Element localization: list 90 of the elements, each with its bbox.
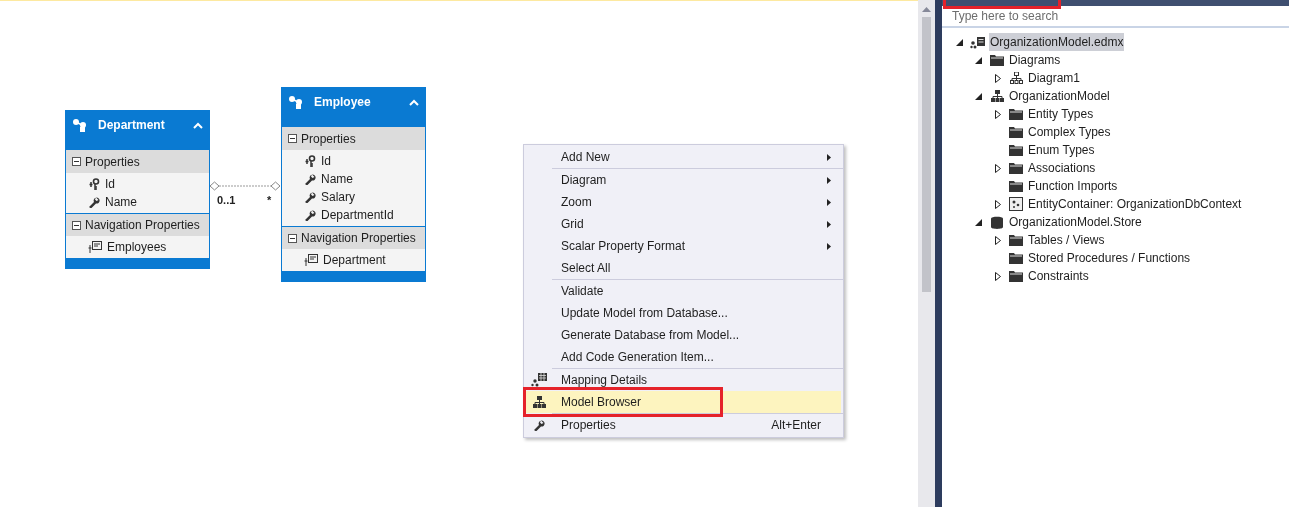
property-row[interactable]: Department <box>282 251 425 269</box>
section-header[interactable]: Properties <box>282 127 425 150</box>
expanded-arrow-icon[interactable] <box>956 38 963 46</box>
tree-item[interactable]: OrganizationModel <box>942 87 1289 105</box>
association-connector[interactable] <box>209 181 281 191</box>
entity-icon <box>72 118 88 132</box>
wrench-icon <box>304 209 316 221</box>
menu-item[interactable]: Scalar Property Format <box>524 235 841 257</box>
hierarchy-icon <box>532 396 546 408</box>
collapsed-arrow-icon[interactable] <box>994 163 1001 173</box>
tree-item[interactable]: OrganizationModel.Store <box>942 213 1289 231</box>
tree-item[interactable]: OrganizationModel.edmx <box>942 33 1289 51</box>
tree-item[interactable]: Diagrams <box>942 51 1289 69</box>
key-icon <box>304 155 316 167</box>
collapsed-arrow-icon[interactable] <box>994 109 1001 119</box>
tree-item[interactable]: Tables / Views <box>942 231 1289 249</box>
menu-item[interactable]: Diagram <box>524 169 841 191</box>
wrench-icon <box>304 191 316 203</box>
navigation-property-icon <box>304 254 318 266</box>
multiplicity-label: * <box>267 193 272 208</box>
folder-icon <box>1009 144 1023 156</box>
menu-item[interactable]: Select All <box>524 257 841 279</box>
property-row[interactable]: Employees <box>66 238 209 256</box>
shortcut-text: Alt+Enter <box>771 417 821 434</box>
menu-item[interactable]: Add New <box>524 146 841 168</box>
folder-icon <box>1009 252 1023 264</box>
tree-item[interactable]: Constraints <box>942 267 1289 285</box>
expanded-arrow-icon[interactable] <box>975 218 982 226</box>
entity-title: Department <box>98 117 166 134</box>
menu-item[interactable]: Update Model from Database... <box>524 302 841 324</box>
folder-icon <box>1009 270 1023 282</box>
wrench-icon <box>304 173 316 185</box>
expanded-arrow-icon[interactable] <box>975 92 982 100</box>
folder-icon <box>1009 108 1023 120</box>
property-row[interactable]: DepartmentId <box>282 206 425 224</box>
tree-item[interactable]: Diagram1 <box>942 69 1289 87</box>
multiplicity-label: 0..1 <box>217 193 236 208</box>
section-header[interactable]: Navigation Properties <box>66 213 209 236</box>
tree-item[interactable]: EntityContainer: OrganizationDbContext <box>942 195 1289 213</box>
vertical-scrollbar[interactable] <box>918 0 935 507</box>
menu-item[interactable]: Grid <box>524 213 841 235</box>
wrench-icon <box>88 196 100 208</box>
section-header[interactable]: Properties <box>66 150 209 173</box>
menu-item[interactable]: Properties Alt+Enter <box>524 414 841 436</box>
key-icon <box>88 178 100 190</box>
property-row[interactable]: Name <box>282 170 425 188</box>
tree-item[interactable]: Enum Types <box>942 141 1289 159</box>
model-file-icon <box>970 35 986 49</box>
tree-item[interactable]: Stored Procedures / Functions <box>942 249 1289 267</box>
menu-item[interactable]: Zoom <box>524 191 841 213</box>
entity-shape[interactable]: Department Properties Id Name Navigation Properties Employees <box>65 110 210 269</box>
tree-item[interactable]: Complex Types <box>942 123 1289 141</box>
scroll-up-icon[interactable] <box>922 7 931 12</box>
collapse-icon[interactable] <box>72 220 81 230</box>
collapse-icon[interactable] <box>288 233 297 243</box>
property-row[interactable]: Id <box>66 175 209 193</box>
tree-item[interactable]: Associations <box>942 159 1289 177</box>
mapping-icon <box>531 373 547 387</box>
entity-container-icon <box>1009 197 1023 211</box>
section-header[interactable]: Navigation Properties <box>282 226 425 249</box>
folder-icon <box>990 54 1004 66</box>
collapse-icon[interactable] <box>72 157 81 166</box>
wrench-icon <box>533 419 545 431</box>
menu-item[interactable]: Add Code Generation Item... <box>524 346 841 368</box>
collapsed-arrow-icon[interactable] <box>994 73 1001 83</box>
tree-item[interactable]: Entity Types <box>942 105 1289 123</box>
property-row[interactable]: Name <box>66 193 209 211</box>
collapsed-arrow-icon[interactable] <box>994 235 1001 245</box>
collapse-icon[interactable] <box>288 134 297 143</box>
hierarchy-icon <box>1009 72 1023 84</box>
menu-item[interactable]: Validate <box>524 280 841 302</box>
folder-icon <box>1009 162 1023 174</box>
scrollbar-thumb[interactable] <box>922 17 931 292</box>
tree-item[interactable]: Function Imports <box>942 177 1289 195</box>
folder-icon <box>1009 180 1023 192</box>
entity-icon <box>288 95 304 109</box>
database-icon <box>991 215 1003 229</box>
hierarchy-icon <box>990 90 1004 102</box>
property-row[interactable]: Id <box>282 152 425 170</box>
folder-icon <box>1009 126 1023 138</box>
collapsed-arrow-icon[interactable] <box>994 271 1001 281</box>
folder-icon <box>1009 234 1023 246</box>
property-row[interactable]: Salary <box>282 188 425 206</box>
entity-shape[interactable]: Employee Properties Id Name Salary DepartmentId Navigation Properties Department <box>281 87 426 282</box>
navigation-property-icon <box>88 241 102 253</box>
menu-item[interactable]: Generate Database from Model... <box>524 324 841 346</box>
expanded-arrow-icon[interactable] <box>975 56 982 64</box>
collapsed-arrow-icon[interactable] <box>994 199 1001 209</box>
menu-item[interactable]: Mapping Details <box>524 369 841 391</box>
entity-title: Employee <box>314 94 372 111</box>
